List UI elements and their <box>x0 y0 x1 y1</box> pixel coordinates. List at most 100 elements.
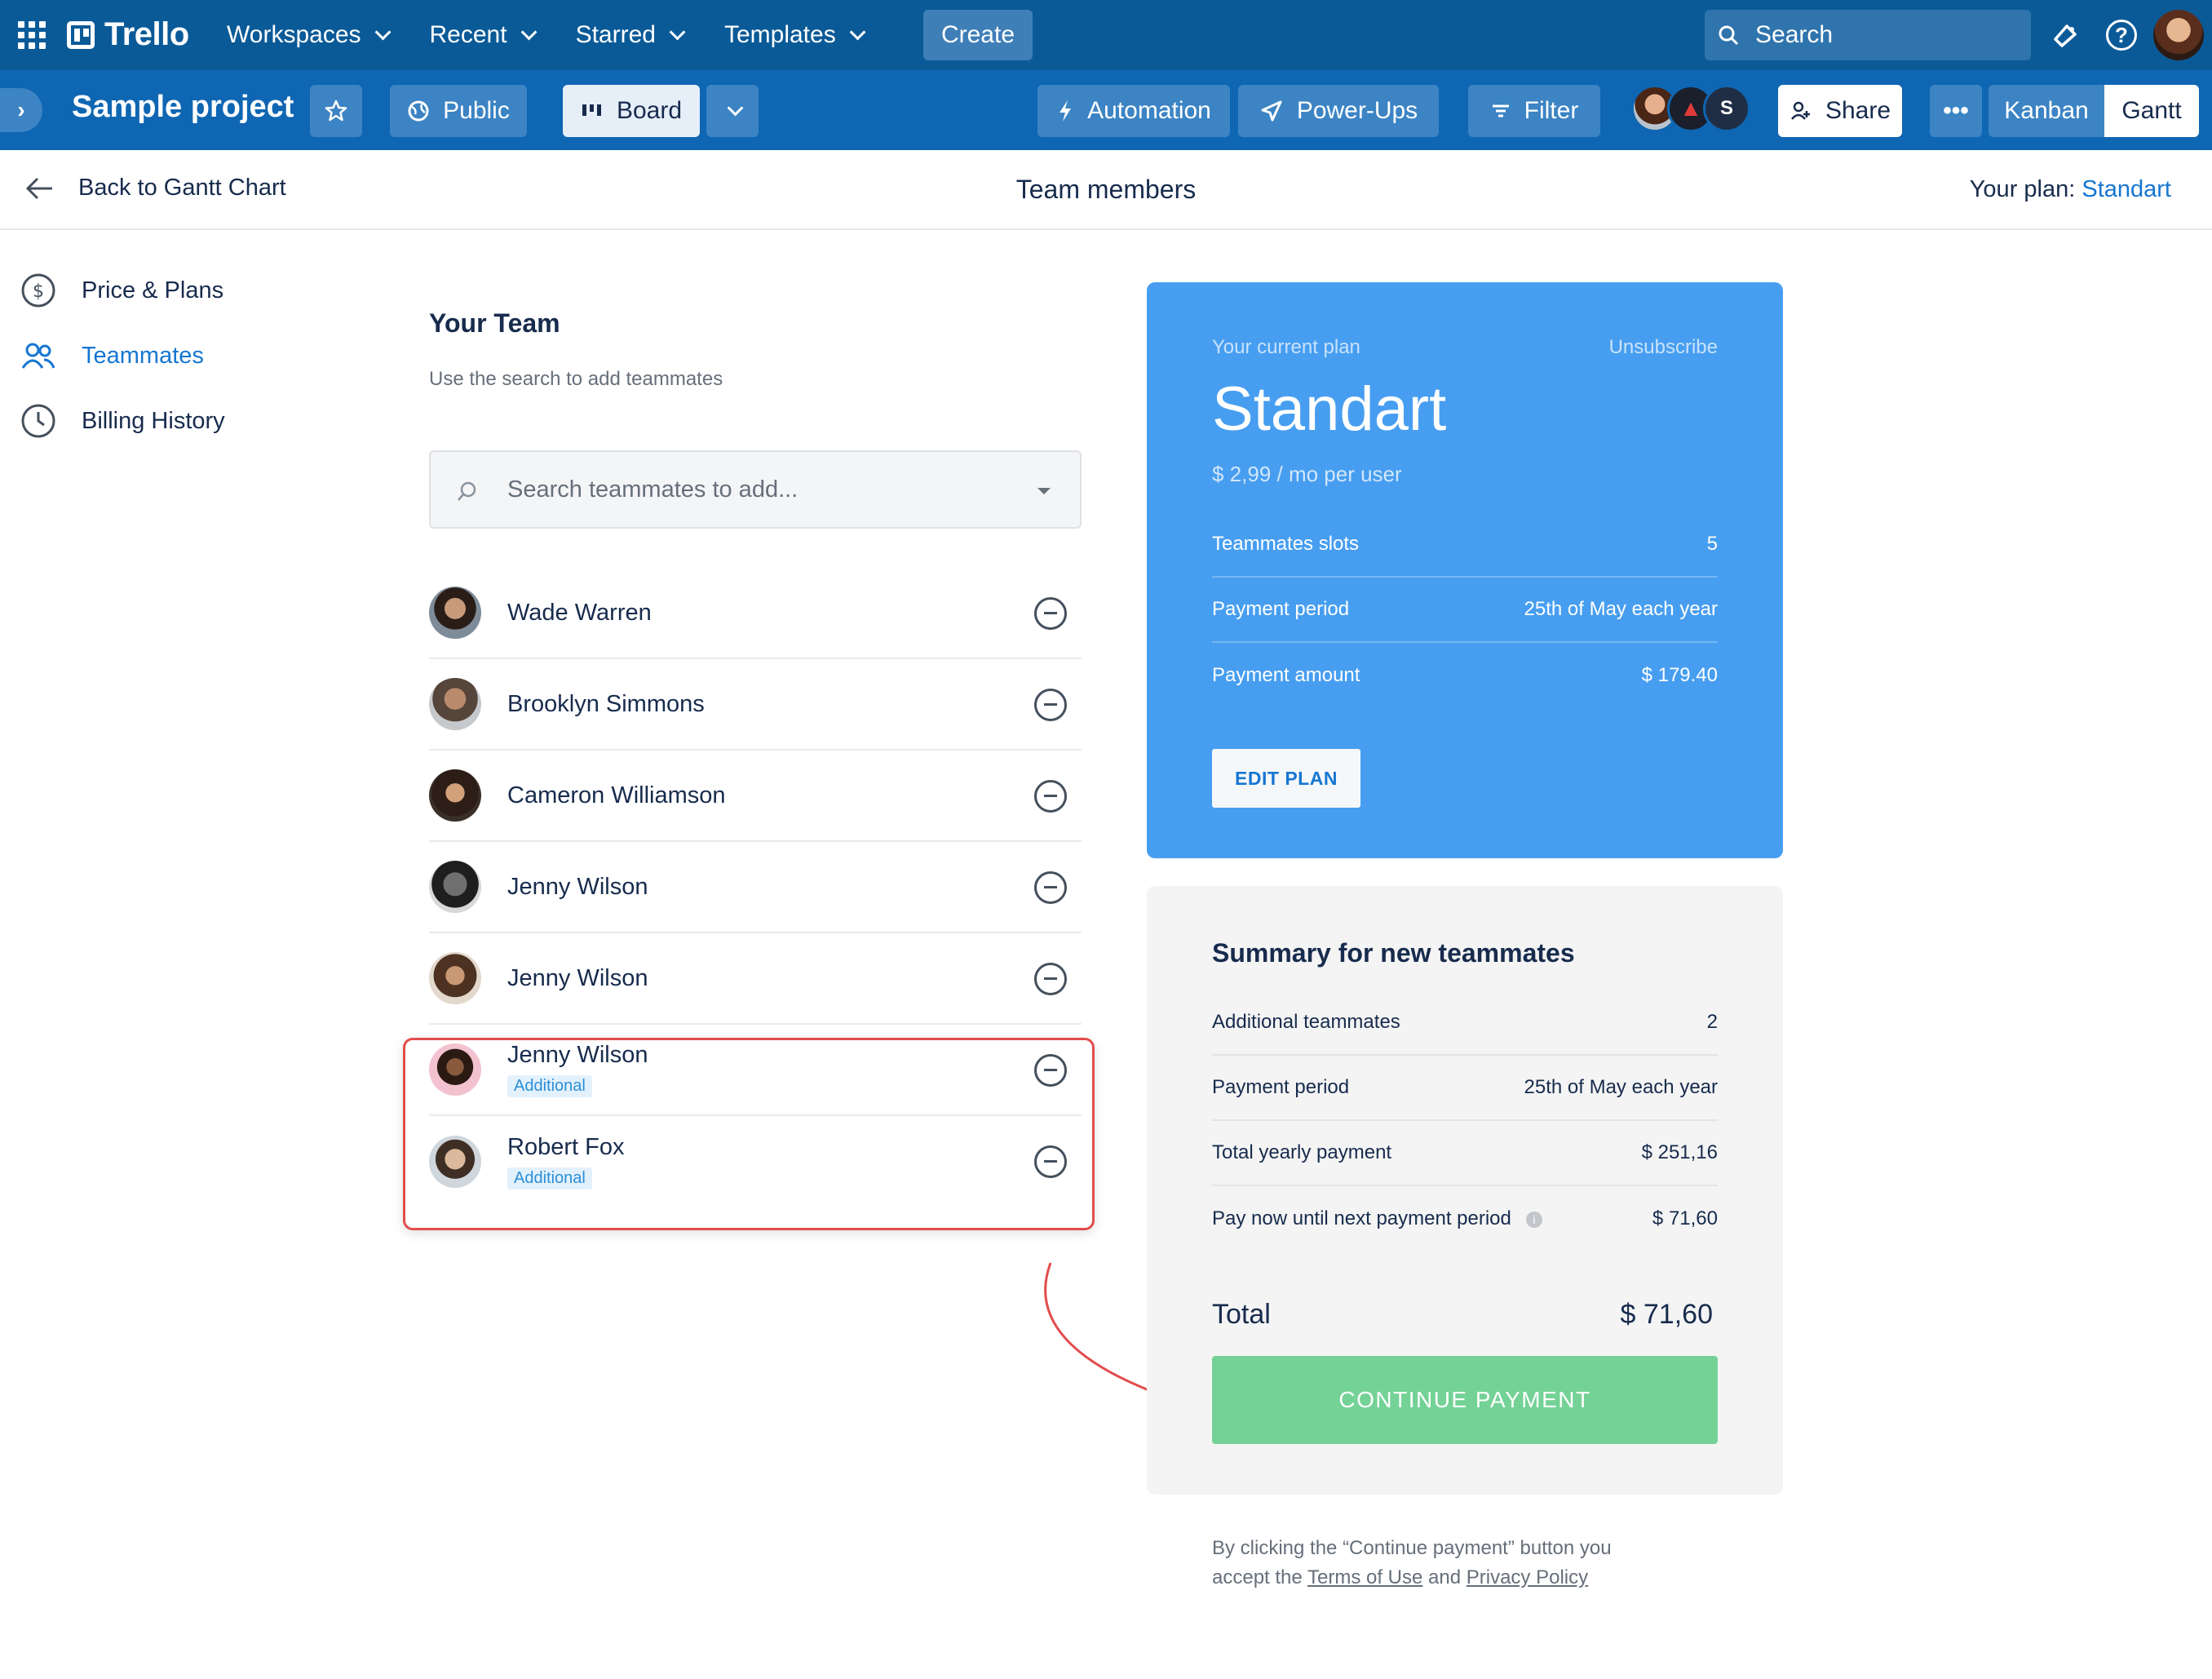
sidebar-item-billing-history[interactable]: Billing History <box>20 388 281 454</box>
summary-title: Summary for new teammates <box>1212 938 1575 968</box>
power-ups-button[interactable]: Power-Ups <box>1238 85 1439 137</box>
automation-button[interactable]: Automation <box>1037 85 1230 137</box>
remove-member-icon[interactable] <box>1034 871 1067 904</box>
privacy-policy-link[interactable]: Privacy Policy <box>1467 1566 1588 1588</box>
sidebar-item-label: Price & Plans <box>82 277 224 303</box>
nav-label: Workspaces <box>227 21 361 48</box>
summary-row: Payment period 25th of May each year <box>1212 1056 1718 1121</box>
nav-label: Recent <box>429 21 507 48</box>
teammate-search-input[interactable]: Search teammates to add... <box>429 450 1082 529</box>
caret-down-icon[interactable] <box>1037 488 1051 494</box>
more-icon: ••• <box>1943 97 1969 124</box>
board-header: › Sample project Public Board Automation… <box>0 70 2212 150</box>
summary-label-wrap: Pay now until next payment period i <box>1212 1207 1542 1230</box>
power-ups-label: Power-Ups <box>1296 97 1418 124</box>
disclaimer-and: and <box>1428 1566 1462 1588</box>
chevron-down-icon <box>520 24 538 41</box>
board-view-icon <box>582 104 601 116</box>
notifications-icon[interactable] <box>2049 20 2081 52</box>
board-title[interactable]: Sample project <box>72 90 294 125</box>
chevron-right-icon: › <box>17 97 25 122</box>
nav-templates[interactable]: Templates <box>724 21 866 49</box>
visibility-label: Public <box>443 97 510 124</box>
summary-label: Additional teammates <box>1212 1011 1400 1033</box>
filter-label: Filter <box>1524 97 1579 124</box>
views-dropdown-button[interactable] <box>706 85 759 137</box>
apps-grid-icon[interactable] <box>18 21 46 49</box>
current-plan-label: Your current plan <box>1212 336 1360 358</box>
team-member-row: Cameron Williamson <box>429 751 1082 842</box>
nav-starred[interactable]: Starred <box>576 21 686 49</box>
plan-link[interactable]: Standart <box>2081 176 2171 202</box>
team-member-row: Brooklyn Simmons <box>429 659 1082 751</box>
member-avatar <box>429 587 481 639</box>
sidebar-item-teammates[interactable]: Teammates <box>20 323 281 388</box>
trello-logo[interactable]: Trello <box>67 16 189 53</box>
tab-gantt[interactable]: Gantt <box>2104 85 2199 137</box>
plan-detail-row: Teammates slots 5 <box>1212 512 1718 578</box>
global-search-input[interactable]: Search <box>1705 10 2031 60</box>
visibility-button[interactable]: Public <box>390 85 527 137</box>
plan-prefix: Your plan: <box>1969 176 2076 202</box>
more-options-button[interactable]: ••• <box>1930 85 1982 137</box>
plan-detail-label: Payment period <box>1212 598 1350 620</box>
star-board-button[interactable] <box>310 85 362 137</box>
top-navigation: Trello Workspaces Recent Starred Templat… <box>0 0 2212 70</box>
plan-details: Teammates slots 5 Payment period 25th of… <box>1212 512 1718 708</box>
additional-members-highlight <box>403 1038 1095 1230</box>
member-avatar <box>429 952 481 1004</box>
plan-price: $ 2,99 / mo per user <box>1212 462 1402 486</box>
remove-member-icon[interactable] <box>1034 963 1067 995</box>
total-row: Total $ 71,60 <box>1212 1299 1713 1331</box>
summary-details: Additional teammates 2 Payment period 25… <box>1212 990 1718 1251</box>
share-button[interactable]: Share <box>1778 85 1902 137</box>
chevron-down-icon <box>374 24 391 41</box>
terms-of-use-link[interactable]: Terms of Use <box>1307 1566 1422 1588</box>
search-icon <box>458 481 476 501</box>
remove-member-icon[interactable] <box>1034 780 1067 813</box>
tab-kanban[interactable]: Kanban <box>1989 85 2104 137</box>
member-avatar <box>429 678 481 730</box>
create-button[interactable]: Create <box>923 10 1033 60</box>
your-plan-indicator: Your plan: Standart <box>1970 176 2171 203</box>
remove-member-icon[interactable] <box>1034 597 1067 630</box>
chevron-down-icon <box>727 100 744 117</box>
expand-sidebar-button[interactable]: › <box>0 88 42 132</box>
rocket-icon <box>1261 100 1282 122</box>
brand-name: Trello <box>104 16 189 52</box>
edit-plan-button[interactable]: EDIT PLAN <box>1212 749 1360 808</box>
remove-member-icon[interactable] <box>1034 689 1067 721</box>
member-initial: S <box>1719 97 1733 119</box>
sidebar-item-label: Billing History <box>82 407 225 434</box>
member-name: Cameron Williamson <box>507 782 726 808</box>
filter-button[interactable]: Filter <box>1468 85 1600 137</box>
member-avatar <box>429 861 481 913</box>
team-subtitle: Use the search to add teammates <box>429 368 723 390</box>
member-avatar[interactable]: S <box>1703 85 1750 132</box>
user-avatar[interactable] <box>2153 10 2204 60</box>
star-icon <box>325 100 347 122</box>
info-icon[interactable]: i <box>1525 1211 1542 1228</box>
continue-payment-button[interactable]: CONTINUE PAYMENT <box>1212 1356 1718 1444</box>
summary-row: Additional teammates 2 <box>1212 990 1718 1056</box>
summary-value: 25th of May each year <box>1524 1076 1718 1098</box>
page-title: Team members <box>1015 175 1197 204</box>
member-name: Jenny Wilson <box>507 873 648 900</box>
sidebar-item-price-plans[interactable]: $ Price & Plans <box>20 258 281 323</box>
summary-label: Pay now until next payment period <box>1212 1207 1511 1229</box>
automation-label: Automation <box>1087 97 1211 124</box>
summary-label: Payment period <box>1212 1076 1350 1098</box>
users-icon <box>21 343 55 369</box>
summary-label: Total yearly payment <box>1212 1141 1392 1163</box>
board-view-button[interactable]: Board <box>563 85 700 137</box>
plan-detail-value: $ 179.40 <box>1641 664 1718 686</box>
help-icon[interactable]: ? <box>2106 20 2137 51</box>
summary-card: Summary for new teammates Additional tea… <box>1147 886 1783 1495</box>
globe-icon <box>408 100 429 122</box>
summary-value: $ 251,16 <box>1641 1141 1718 1163</box>
team-title: Your Team <box>429 308 560 338</box>
nav-recent[interactable]: Recent <box>429 21 538 49</box>
unsubscribe-link[interactable]: Unsubscribe <box>1609 336 1718 359</box>
member-avatar <box>429 769 481 822</box>
nav-workspaces[interactable]: Workspaces <box>227 21 391 49</box>
